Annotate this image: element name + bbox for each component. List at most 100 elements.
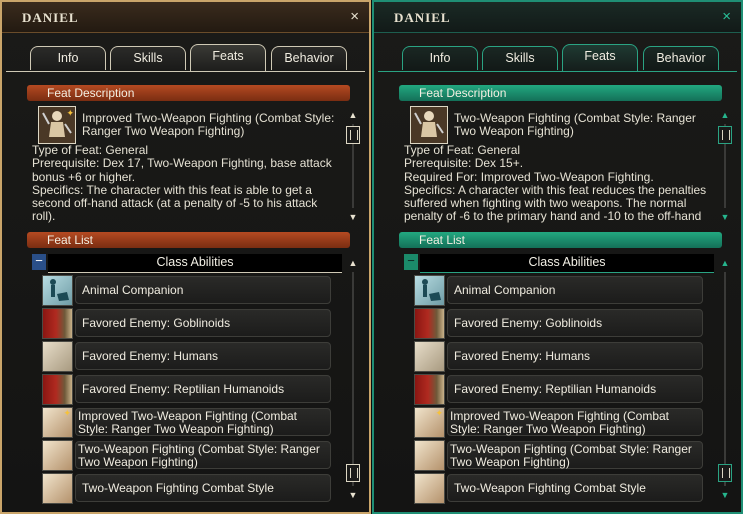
- group-label: Class Abilities: [48, 254, 342, 273]
- tab-feats[interactable]: Feats: [190, 44, 266, 72]
- two-weapon-icon: [414, 473, 445, 504]
- animal-companion-icon: [414, 275, 445, 306]
- feat-prerequisite: Prerequisite: Dex 15+.: [404, 156, 524, 171]
- animal-companion-icon: [42, 275, 73, 306]
- scroll-thumb[interactable]: [346, 464, 360, 482]
- list-scrollbar[interactable]: ▲ ▼: [718, 258, 732, 500]
- tab-skills[interactable]: Skills: [482, 46, 558, 70]
- feat-name: Improved Two-Weapon Fighting (Combat Sty…: [82, 111, 335, 139]
- list-item[interactable]: Two-Weapon Fighting (Combat Style: Range…: [42, 440, 334, 471]
- description-scrollbar[interactable]: ▲ ▼: [718, 110, 732, 222]
- list-item[interactable]: ✦ Improved Two-Weapon Fighting (Combat S…: [414, 407, 706, 438]
- collapse-icon[interactable]: −: [32, 254, 46, 270]
- two-weapon-icon: [42, 440, 73, 471]
- favored-enemy-icon: [414, 308, 445, 339]
- two-weapon-fighter-icon: [410, 106, 448, 144]
- feat-description: ✦ Improved Two-Weapon Fighting (Combat S…: [32, 106, 342, 224]
- favored-enemy-icon: [42, 374, 73, 405]
- list-item[interactable]: Two-Weapon Fighting Combat Style: [414, 473, 706, 504]
- window-title: Daniel: [394, 10, 451, 25]
- tab-behavior[interactable]: Behavior: [271, 46, 347, 70]
- item-label: Improved Two-Weapon Fighting (Combat Sty…: [450, 408, 669, 436]
- scroll-down-icon[interactable]: ▼: [347, 212, 359, 222]
- item-label: Favored Enemy: Humans: [454, 349, 591, 363]
- improved-two-weapon-icon: ✦: [414, 407, 445, 438]
- list-scrollbar[interactable]: ▲ ▼: [346, 258, 360, 500]
- collapse-icon[interactable]: −: [404, 254, 418, 270]
- scroll-thumb[interactable]: [718, 126, 732, 144]
- tab-divider: [378, 71, 737, 72]
- scroll-up-icon[interactable]: ▲: [719, 258, 731, 268]
- favored-enemy-icon: [414, 374, 445, 405]
- item-label: Two-Weapon Fighting (Combat Style: Range…: [450, 441, 692, 469]
- list-item[interactable]: Favored Enemy: Goblinoids: [42, 308, 334, 339]
- favored-enemy-icon: [42, 341, 73, 372]
- two-weapon-icon: [414, 440, 445, 471]
- class-abilities-group[interactable]: − Class Abilities: [32, 254, 342, 273]
- two-weapon-fighter-icon: ✦: [38, 106, 76, 144]
- feat-required-for: Required For: Improved Two-Weapon Fighti…: [404, 169, 654, 184]
- item-label: Animal Companion: [454, 283, 556, 297]
- favored-enemy-icon: [42, 308, 73, 339]
- class-abilities-group[interactable]: − Class Abilities: [404, 254, 714, 273]
- scroll-down-icon[interactable]: ▼: [719, 490, 731, 500]
- feat-type: Type of Feat: General: [32, 143, 149, 157]
- window-title: Daniel: [22, 10, 79, 25]
- feat-specifics: Specifics: A character with this feat re…: [404, 182, 707, 224]
- improved-two-weapon-icon: ✦: [42, 407, 73, 438]
- tab-divider: [6, 71, 365, 72]
- two-weapon-icon: [42, 473, 73, 504]
- list-item[interactable]: Animal Companion: [42, 275, 334, 306]
- item-label: Favored Enemy: Reptilian Humanoids: [82, 382, 285, 396]
- feat-description-header: Feat Description: [27, 85, 350, 101]
- title-bar[interactable]: Daniel ×: [374, 2, 741, 33]
- scroll-down-icon[interactable]: ▼: [347, 490, 359, 500]
- feat-description: Two-Weapon Fighting (Combat Style: Range…: [404, 106, 714, 224]
- scroll-thumb[interactable]: [718, 464, 732, 482]
- close-icon[interactable]: ×: [350, 8, 359, 25]
- scroll-thumb[interactable]: [346, 126, 360, 144]
- title-bar[interactable]: Daniel ×: [2, 2, 369, 33]
- tab-info[interactable]: Info: [402, 46, 478, 70]
- feat-prerequisite: Prerequisite: Dex 17, Two-Weapon Fightin…: [32, 156, 332, 184]
- feat-name: Two-Weapon Fighting (Combat Style: Range…: [454, 111, 696, 139]
- list-item[interactable]: Animal Companion: [414, 275, 706, 306]
- feat-description-header: Feat Description: [399, 85, 722, 101]
- scroll-up-icon[interactable]: ▲: [347, 258, 359, 268]
- feat-specifics: Specifics: The character with this feat …: [32, 182, 318, 224]
- description-scrollbar[interactable]: ▲ ▼: [346, 110, 360, 222]
- list-item[interactable]: Favored Enemy: Humans: [414, 341, 706, 372]
- feat-type: Type of Feat: General: [404, 143, 521, 157]
- item-label: Two-Weapon Fighting Combat Style: [82, 481, 274, 495]
- item-label: Favored Enemy: Goblinoids: [454, 316, 603, 330]
- group-label: Class Abilities: [420, 254, 714, 273]
- list-item[interactable]: Favored Enemy: Reptilian Humanoids: [42, 374, 334, 405]
- list-item[interactable]: ✦ Improved Two-Weapon Fighting (Combat S…: [42, 407, 334, 438]
- list-item[interactable]: Favored Enemy: Goblinoids: [414, 308, 706, 339]
- item-label: Animal Companion: [82, 283, 184, 297]
- character-sheet-panel-right: Daniel × Info Skills Feats Behavior Feat…: [372, 0, 743, 514]
- feat-list-header: Feat List: [27, 232, 350, 248]
- tab-info[interactable]: Info: [30, 46, 106, 70]
- list-item[interactable]: Favored Enemy: Humans: [42, 341, 334, 372]
- list-item[interactable]: Two-Weapon Fighting Combat Style: [42, 473, 334, 504]
- scroll-track[interactable]: [352, 272, 354, 486]
- item-label: Favored Enemy: Goblinoids: [82, 316, 231, 330]
- item-label: Two-Weapon Fighting Combat Style: [454, 481, 646, 495]
- scroll-up-icon[interactable]: ▲: [719, 110, 731, 120]
- close-icon[interactable]: ×: [722, 8, 731, 25]
- item-label: Favored Enemy: Reptilian Humanoids: [454, 382, 657, 396]
- list-item[interactable]: Favored Enemy: Reptilian Humanoids: [414, 374, 706, 405]
- scroll-track[interactable]: [724, 272, 726, 486]
- character-sheet-panel-left: Daniel × Info Skills Feats Behavior Feat…: [0, 0, 371, 514]
- tab-feats[interactable]: Feats: [562, 44, 638, 72]
- scroll-up-icon[interactable]: ▲: [347, 110, 359, 120]
- item-label: Two-Weapon Fighting (Combat Style: Range…: [78, 441, 320, 469]
- scroll-down-icon[interactable]: ▼: [719, 212, 731, 222]
- favored-enemy-icon: [414, 341, 445, 372]
- item-label: Favored Enemy: Humans: [82, 349, 219, 363]
- list-item[interactable]: Two-Weapon Fighting (Combat Style: Range…: [414, 440, 706, 471]
- tab-skills[interactable]: Skills: [110, 46, 186, 70]
- tab-behavior[interactable]: Behavior: [643, 46, 719, 70]
- item-label: Improved Two-Weapon Fighting (Combat Sty…: [78, 408, 297, 436]
